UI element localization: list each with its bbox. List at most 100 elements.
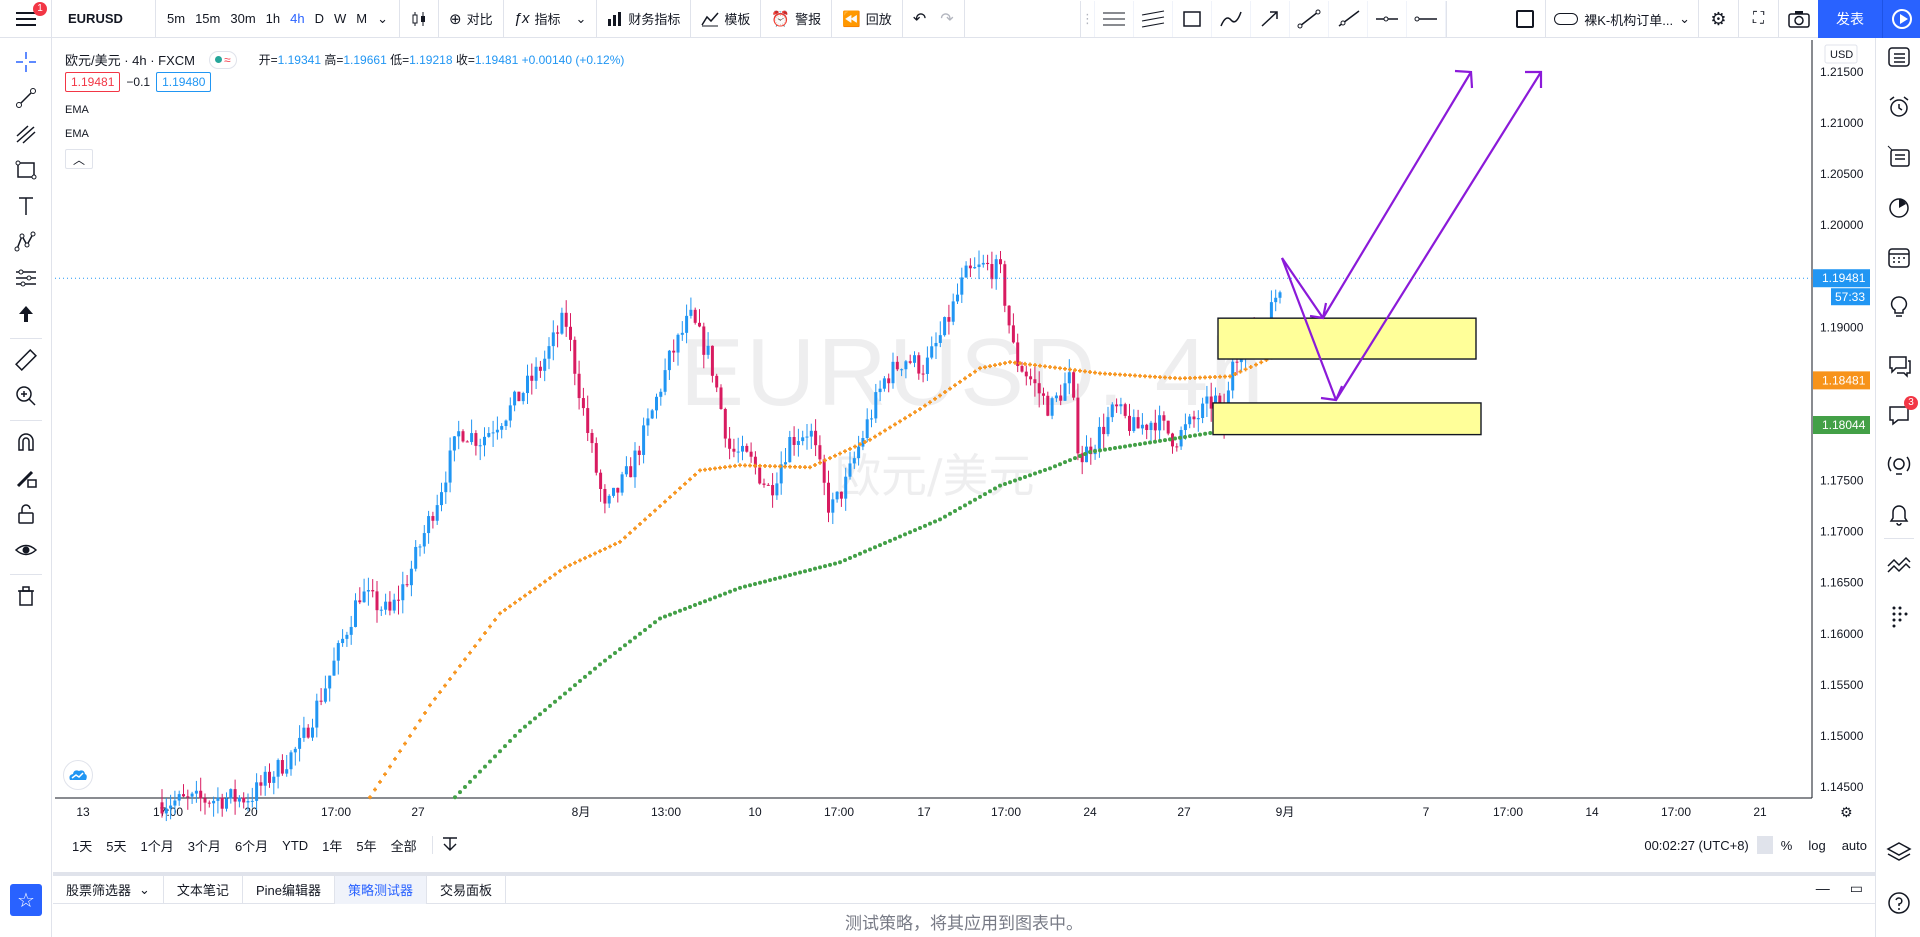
clock[interactable]: 00:02:27 (UTC+8): [1636, 838, 1756, 853]
candle-body: [994, 259, 998, 280]
candle-body: [358, 600, 362, 603]
object-tree-button[interactable]: [1884, 838, 1914, 868]
notifications-bell-button[interactable]: [1884, 500, 1914, 530]
ema-fast-point: [813, 462, 817, 467]
goto-date-button[interactable]: [441, 836, 459, 855]
candle-body: [659, 391, 663, 397]
ema-fast-point: [733, 463, 737, 468]
ema-slow-point: [813, 566, 817, 571]
ema-fast-point: [993, 363, 997, 368]
close-value: 1.19481: [474, 53, 519, 67]
candle-body: [1175, 446, 1179, 448]
price-chart[interactable]: 1.215001.210001.205001.200001.195001.190…: [0, 0, 1875, 830]
data-window-button[interactable]: [1884, 142, 1914, 172]
ema-fast-point: [1078, 368, 1082, 373]
candle-body: [182, 794, 185, 797]
help-button[interactable]: [1884, 888, 1914, 918]
time-tick-label: 20: [244, 805, 258, 819]
ema-slow-point: [868, 547, 872, 552]
candle-body: [882, 378, 886, 389]
candle-body: [723, 408, 727, 439]
tradingview-logo[interactable]: [63, 760, 93, 790]
range-6m[interactable]: 6个月: [228, 836, 275, 855]
range-5d[interactable]: 5天: [99, 836, 133, 855]
ema-indicator-1[interactable]: EMA: [65, 104, 89, 116]
range-1m[interactable]: 1个月: [133, 836, 180, 855]
ema-fast-point: [953, 383, 957, 388]
streams-button[interactable]: [1884, 450, 1914, 480]
ema-slow-point: [978, 494, 982, 499]
tab-label: 股票筛选器: [66, 883, 132, 898]
ema-slow-point: [1183, 434, 1187, 439]
ema-slow-point: [728, 589, 732, 594]
buy-button[interactable]: 1.19480: [156, 72, 212, 92]
ema-fast-point: [1028, 362, 1032, 367]
chats-button[interactable]: [1884, 350, 1914, 380]
ema-slow-point: [848, 555, 852, 560]
calendar-button[interactable]: [1884, 242, 1914, 272]
ema-slow-point: [753, 581, 757, 586]
ema-fast-point: [903, 416, 907, 421]
ema-fast-point: [1259, 360, 1264, 365]
ema-slow-point: [1028, 473, 1032, 478]
range-1y[interactable]: 1年: [315, 836, 349, 855]
dom-button[interactable]: [1884, 600, 1914, 630]
range-all[interactable]: 全部: [384, 836, 424, 855]
market-status[interactable]: ≈: [209, 50, 237, 69]
ema-indicator-2[interactable]: EMA: [65, 128, 89, 140]
ema-fast-point: [1163, 375, 1167, 380]
auto-scale-toggle[interactable]: auto: [1834, 838, 1875, 853]
favorites-star-button[interactable]: ☆: [10, 884, 42, 916]
ema-slow-point: [468, 779, 472, 784]
sell-button[interactable]: 1.19481: [65, 72, 121, 92]
minimize-panel-button[interactable]: —: [1816, 880, 1830, 897]
alerts-button[interactable]: [1884, 92, 1914, 122]
spread-value: −0.1: [126, 75, 151, 89]
candle-body: [530, 375, 534, 381]
candle-body: [259, 782, 263, 786]
ema-slow-point: [908, 530, 912, 535]
candle-body: [526, 375, 529, 394]
ema-slow-point: [758, 580, 762, 585]
candle-body: [508, 405, 512, 421]
candle-body: [457, 431, 461, 437]
stream-button[interactable]: [1882, 0, 1920, 38]
tab-strategy-tester[interactable]: 策略测试器: [334, 875, 427, 904]
ohlc-values: 开=1.19341 高=1.19661 低=1.19218 收=1.19481 …: [259, 51, 625, 68]
notifications-button[interactable]: 3: [1884, 396, 1918, 430]
ema-fast-point: [978, 366, 982, 371]
symbol-title[interactable]: 欧元/美元 · 4h · FXCM: [65, 50, 195, 69]
ema-fast-point: [658, 504, 662, 509]
candle-body: [354, 600, 357, 627]
ideas-button[interactable]: [1884, 292, 1914, 322]
candle-body: [435, 505, 439, 521]
ema-fast-point: [1063, 366, 1067, 371]
ema-fast-point: [373, 787, 377, 792]
ema-fast-point: [898, 419, 902, 424]
time-tick-label: 17:00: [991, 805, 1021, 819]
percent-scale-toggle[interactable]: %: [1773, 838, 1801, 853]
tab-pine-editor[interactable]: Pine编辑器: [243, 875, 335, 904]
log-scale-toggle[interactable]: log: [1800, 838, 1833, 853]
candle-body: [977, 264, 981, 268]
hotlist-button[interactable]: [1884, 192, 1914, 222]
ema-slow-point: [983, 492, 987, 497]
range-3m[interactable]: 3个月: [181, 836, 228, 855]
ema-fast-point: [808, 465, 812, 470]
ema-fast-point: [838, 451, 842, 456]
range-5y[interactable]: 5年: [349, 836, 383, 855]
trading-button[interactable]: [1884, 550, 1914, 580]
ema-fast-point: [533, 586, 537, 591]
tab-stock-screener[interactable]: 股票筛选器 ⌄: [53, 875, 164, 904]
range-1d[interactable]: 1天: [53, 836, 99, 855]
range-ytd[interactable]: YTD: [275, 838, 315, 853]
watchlist-button[interactable]: [1884, 42, 1914, 72]
tab-trading-panel[interactable]: 交易面板: [427, 875, 506, 904]
maximize-panel-button[interactable]: ▭: [1850, 880, 1863, 897]
tab-text-notes[interactable]: 文本笔记: [164, 875, 243, 904]
collapse-legend-button[interactable]: ︿: [65, 149, 93, 169]
chevron-down-icon[interactable]: ⌄: [139, 882, 150, 898]
divider: [1884, 538, 1914, 539]
ema-fast-point: [803, 465, 807, 470]
ema-slow-point: [483, 764, 487, 769]
